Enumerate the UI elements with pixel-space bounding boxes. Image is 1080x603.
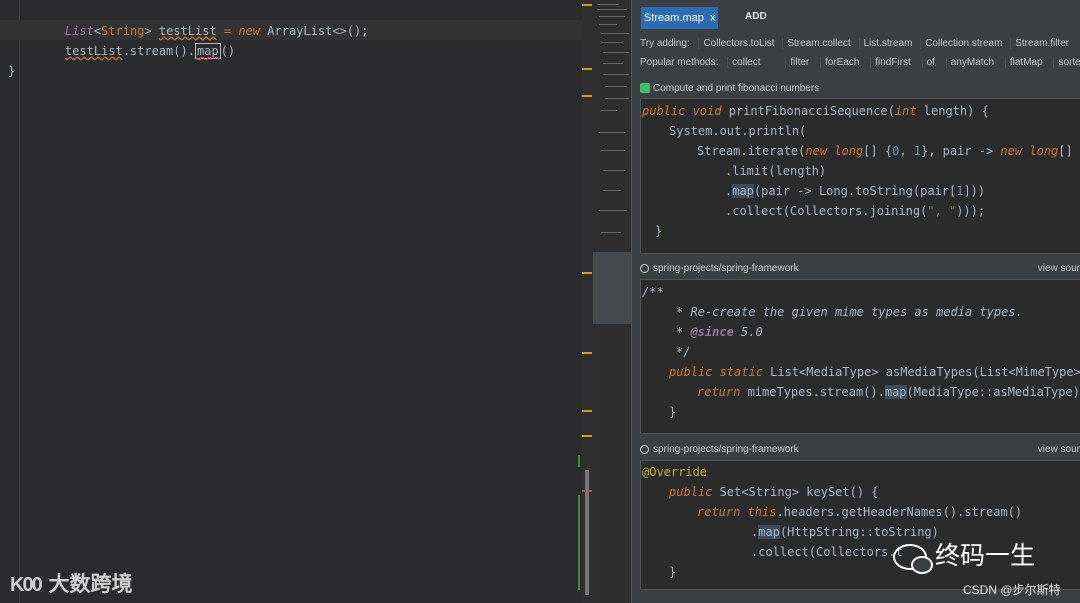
wechat-icon [893,544,933,575]
query-chip-label: Stream.map [644,12,704,24]
stripe-marker[interactable] [582,4,592,6]
watermark-logo: K00 [10,574,43,596]
minimap-viewport[interactable] [593,252,631,324]
source-repo: spring-projects/spring-framework [653,263,799,274]
stripe-marker[interactable] [582,410,592,412]
method-item[interactable]: collect [727,57,764,68]
source-repo: spring-projects/spring-framework [653,444,799,455]
stripe-marker[interactable] [582,68,592,70]
query-chip[interactable]: Stream.map x [641,7,719,29]
call-parens: () [220,44,236,58]
constructor-call: ArrayList<>(); [260,24,369,38]
example-title-text: Compute and print fibonacci numbers [653,83,820,94]
code-examples-panel: Stream.map x ADD Try adding: Collectors.… [631,0,1080,603]
popular-methods-label: Popular methods: [640,57,719,68]
suggestion-item[interactable]: Collection.stream [920,38,1006,49]
change-marker [578,495,580,590]
watermark-text: 大数跨境 [48,573,133,596]
stripe-marker[interactable] [582,435,592,437]
closing-brace: } [8,64,16,78]
variable-token: testList [64,44,123,58]
stripe-marker[interactable] [582,95,592,97]
code-line-2[interactable]: testList.stream(). map() [36,21,235,59]
view-source-link[interactable]: view sour [1038,444,1080,455]
method-item[interactable]: anyMatch [945,57,998,68]
try-adding-row: Try adding: Collectors.toList Stream.col… [640,38,1074,49]
github-icon [640,263,649,273]
suggestion-item[interactable]: Collectors.toList [698,38,778,49]
suggestion-item[interactable]: Stream.filter [1010,38,1073,49]
stripe-marker[interactable] [582,352,592,354]
example-source[interactable]: spring-projects/spring-framework [640,444,799,455]
view-source-link[interactable]: view sour [1038,263,1080,274]
watermark: K00 大数跨境 [10,568,133,598]
stripe-marker[interactable] [582,272,592,274]
try-adding-label: Try adding: [640,38,690,49]
method-item[interactable]: findFirst [870,57,915,68]
example-icon [640,83,650,94]
editor-gutter [0,0,20,603]
method-item[interactable]: sorted [1053,57,1080,68]
suggestion-item[interactable]: List.stream [858,38,917,49]
method-item[interactable]: flatMap [1004,57,1047,68]
snippet-media-types[interactable]: /** * Re-create the given mime types as … [640,279,1080,434]
method-item[interactable]: forEach [820,57,863,68]
csdn-credit: CSDN @步尔斯特 [963,583,1061,597]
map-token[interactable]: map [194,43,221,59]
map-method: map [196,44,219,58]
github-icon [640,444,649,454]
method-item[interactable]: of [921,57,939,68]
close-icon[interactable]: x [710,12,716,24]
example-source[interactable]: spring-projects/spring-framework [640,263,799,274]
brand-overlay: 终码一生 [893,536,1036,575]
snippet-fibonacci[interactable]: public void printFibonacciSequence(int l… [640,98,1080,254]
code-editor[interactable]: List<String> testList = new ArrayList<>(… [0,0,593,603]
change-marker [578,455,580,467]
editor-scrollbar[interactable] [585,470,589,595]
code-line-1[interactable]: List<String> testList = new ArrayList<>(… [36,1,369,38]
method-item[interactable]: filter [785,57,813,68]
brand-text: 终码一生 [935,542,1036,570]
new-keyword: new [238,24,261,38]
stream-call: .stream(). [122,44,195,58]
add-button[interactable]: ADD [745,11,767,22]
example-title[interactable]: Compute and print fibonacci numbers [640,83,819,94]
suggestion-item[interactable]: Stream.collect [782,38,854,49]
popular-methods-row: Popular methods: collect filter forEach … [640,57,1080,68]
